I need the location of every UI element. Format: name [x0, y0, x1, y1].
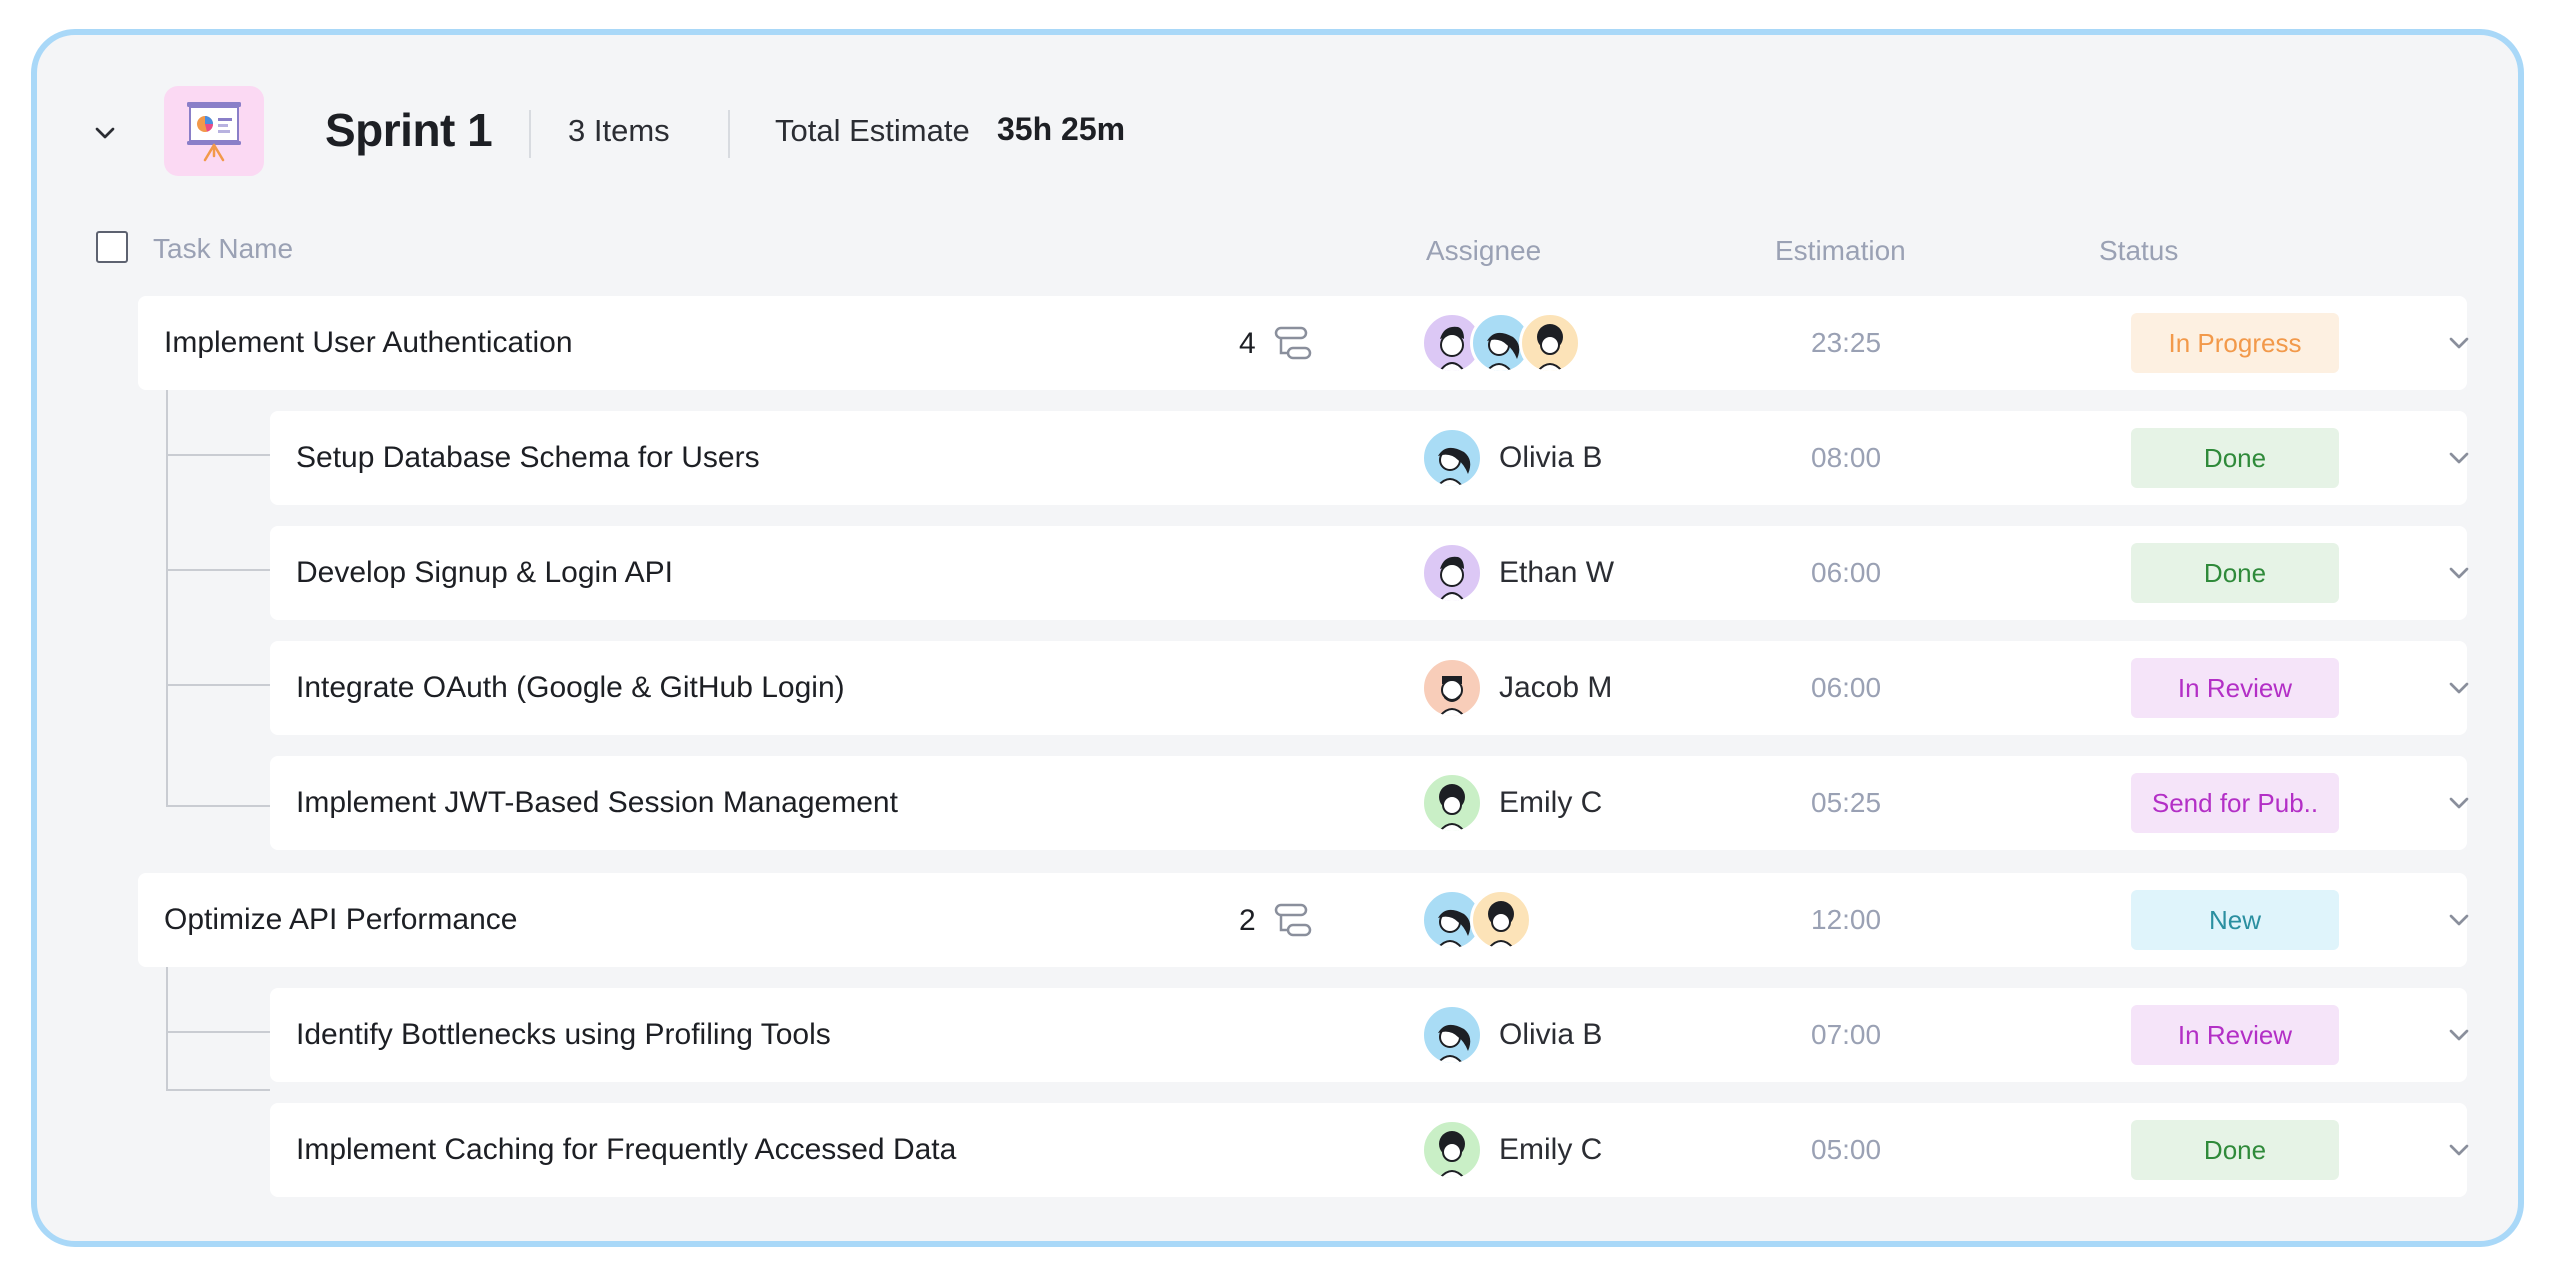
column-header-task-name: Task Name	[153, 233, 294, 264]
avatar	[1421, 1004, 1483, 1066]
task-name: Integrate OAuth (Google & GitHub Login)	[296, 671, 845, 704]
chevron-down-icon[interactable]	[2443, 1019, 2475, 1051]
chevron-down-icon[interactable]	[89, 117, 121, 149]
header-divider	[529, 110, 531, 158]
select-all-checkbox[interactable]	[96, 231, 128, 263]
assignee-name: Olivia B	[1499, 441, 1603, 474]
status-badge[interactable]: Done	[2131, 428, 2339, 488]
tree-connector	[166, 1089, 270, 1091]
sprint-title: Sprint 1	[325, 104, 493, 156]
chevron-down-icon[interactable]	[2443, 327, 2475, 359]
header-divider	[728, 110, 730, 158]
tree-connector	[166, 684, 270, 686]
column-header-assignee: Assignee	[1426, 235, 1542, 266]
task-name: Identify Bottlenecks using Profiling Too…	[296, 1018, 831, 1051]
estimation-value: 08:00	[1811, 442, 1882, 473]
estimation-value: 06:00	[1811, 557, 1882, 588]
task-name: Optimize API Performance	[164, 903, 518, 936]
presentation-chart-icon	[164, 86, 264, 176]
avatar	[1519, 312, 1581, 374]
chevron-down-icon[interactable]	[2443, 1134, 2475, 1166]
avatar	[1421, 772, 1483, 834]
task-name: Develop Signup & Login API	[296, 556, 673, 589]
task-name: Implement Caching for Frequently Accesse…	[296, 1133, 957, 1166]
avatar	[1421, 657, 1483, 719]
chevron-down-icon[interactable]	[2443, 557, 2475, 589]
status-badge[interactable]: Send for Pub..	[2131, 773, 2339, 833]
avatar	[1470, 889, 1532, 951]
status-badge[interactable]: New	[2131, 890, 2339, 950]
tree-connector	[166, 966, 168, 1091]
task-name: Setup Database Schema for Users	[296, 441, 760, 474]
assignee-name: Olivia B	[1499, 1018, 1603, 1051]
subtask-row[interactable]: Integrate OAuth (Google & GitHub Login) …	[270, 641, 2469, 735]
estimation-value: 07:00	[1811, 1019, 1882, 1050]
estimation-value: 05:25	[1811, 787, 1882, 818]
estimation-value: 23:25	[1811, 327, 1882, 358]
assignee-name: Emily C	[1499, 1133, 1603, 1166]
subtask-count: 4	[1239, 327, 1256, 360]
avatar	[1421, 542, 1483, 604]
chevron-down-icon[interactable]	[2443, 904, 2475, 936]
chevron-down-icon[interactable]	[2443, 787, 2475, 819]
status-badge[interactable]: In Progress	[2131, 313, 2339, 373]
assignee-name: Emily C	[1499, 786, 1603, 819]
status-badge[interactable]: Done	[2131, 543, 2339, 603]
assignee-name: Jacob M	[1499, 671, 1613, 704]
subtask-row[interactable]: Identify Bottlenecks using Profiling Too…	[270, 988, 2469, 1082]
subtask-row[interactable]: Implement Caching for Frequently Accesse…	[270, 1103, 2469, 1197]
task-row[interactable]: Implement User Authentication 4 23:25 In…	[138, 296, 2469, 390]
tree-connector	[166, 1031, 270, 1033]
assignee-name: Ethan W	[1499, 556, 1615, 589]
tree-connector	[166, 805, 270, 807]
avatar	[1421, 427, 1483, 489]
subtask-row[interactable]: Implement JWT-Based Session Management E…	[270, 756, 2469, 850]
items-count: 3 Items	[568, 113, 670, 148]
subtask-row[interactable]: Setup Database Schema for Users Olivia B…	[270, 411, 2469, 505]
total-estimate-label: Total Estimate	[775, 113, 970, 148]
task-name: Implement JWT-Based Session Management	[296, 786, 898, 819]
sprint-panel: Sprint 1 3 Items Total Estimate 35h 25m …	[31, 29, 2524, 1247]
task-row[interactable]: Optimize API Performance 2 12:00 New	[138, 873, 2469, 967]
status-badge[interactable]: Done	[2131, 1120, 2339, 1180]
chevron-down-icon[interactable]	[2443, 442, 2475, 474]
subtask-row[interactable]: Develop Signup & Login API Ethan W 06:00…	[270, 526, 2469, 620]
subtask-icon[interactable]	[1273, 323, 1313, 363]
subtask-count: 2	[1239, 904, 1256, 937]
tree-connector	[166, 454, 270, 456]
estimation-value: 06:00	[1811, 672, 1882, 703]
avatar	[1421, 1119, 1483, 1181]
sprint-header: Sprint 1 3 Items Total Estimate 35h 25m	[37, 35, 2518, 225]
tree-connector	[166, 389, 168, 807]
total-estimate-value: 35h 25m	[997, 111, 1126, 147]
chevron-down-icon[interactable]	[2443, 672, 2475, 704]
task-name: Implement User Authentication	[164, 326, 573, 359]
estimation-value: 05:00	[1811, 1134, 1882, 1165]
subtask-icon[interactable]	[1273, 900, 1313, 940]
tree-connector	[166, 569, 270, 571]
estimation-value: 12:00	[1811, 904, 1882, 935]
status-badge[interactable]: In Review	[2131, 1005, 2339, 1065]
column-header-status: Status	[2099, 235, 2179, 266]
column-header-estimation: Estimation	[1775, 235, 1906, 266]
status-badge[interactable]: In Review	[2131, 658, 2339, 718]
